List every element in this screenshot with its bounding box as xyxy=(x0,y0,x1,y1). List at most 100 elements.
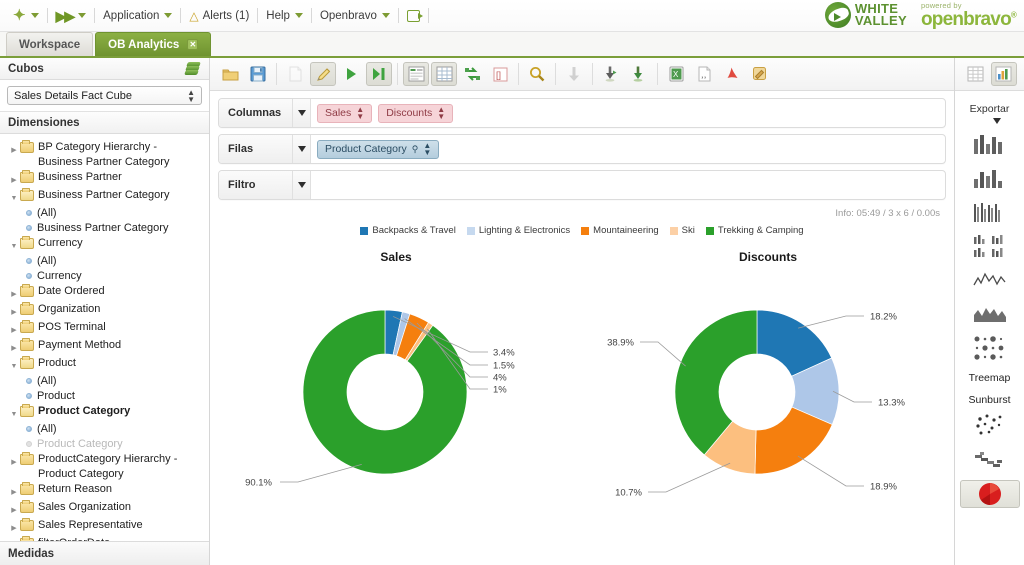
tree-node[interactable]: ▼Product xyxy=(0,356,209,374)
chevron-updown-icon[interactable]: ▲▼ xyxy=(356,106,364,120)
run-icon[interactable] xyxy=(338,62,364,86)
query-chip[interactable]: Product Category⚲▲▼ xyxy=(317,140,439,159)
menu-alerts[interactable]: △ Alerts (1) xyxy=(182,5,256,27)
grouped-bar-chart-icon[interactable] xyxy=(960,198,1020,226)
stacked-bar-chart-icon[interactable] xyxy=(960,164,1020,192)
legend-item[interactable]: Lighting & Electronics xyxy=(467,225,570,236)
search-icon[interactable]: ⚲ xyxy=(412,144,419,155)
tree-node[interactable]: ▶Business Partner xyxy=(0,170,209,188)
menu-help[interactable]: Help xyxy=(259,5,310,27)
tree-node[interactable]: ▶Payment Method xyxy=(0,338,209,356)
show-parent-members-icon[interactable]: [] xyxy=(487,62,513,86)
tree-node[interactable]: ▼Product Category xyxy=(0,404,209,422)
query-row-dropzone[interactable]: Product Category⚲▲▼ xyxy=(311,135,945,163)
tab-ob-analytics[interactable]: OB Analytics ✕ xyxy=(95,32,211,56)
mdx-query-icon[interactable] xyxy=(747,62,773,86)
new-document-icon[interactable] xyxy=(282,62,308,86)
export-pdf-icon[interactable] xyxy=(719,62,745,86)
export-excel-icon[interactable] xyxy=(598,62,624,86)
chevron-right-icon[interactable]: ▶ xyxy=(8,284,20,302)
query-chip[interactable]: Sales▲▼ xyxy=(317,104,372,123)
chevron-right-icon[interactable]: ▶ xyxy=(8,500,20,518)
tree-node[interactable]: (All) xyxy=(0,254,209,269)
query-row[interactable]: ColumnasSales▲▼Discounts▲▼ xyxy=(218,98,946,128)
chevron-right-icon[interactable]: ▶ xyxy=(8,452,20,470)
export-xls-icon[interactable]: X xyxy=(663,62,689,86)
chart-view-icon[interactable] xyxy=(991,62,1017,86)
pie-chart-icon[interactable] xyxy=(960,480,1020,508)
chevron-updown-icon[interactable]: ▲▼ xyxy=(437,106,445,120)
chevron-right-icon[interactable]: ▶ xyxy=(8,320,20,338)
treemap-label[interactable]: Treemap xyxy=(969,372,1011,384)
menu-user[interactable]: Openbravo xyxy=(313,5,397,27)
save-icon[interactable] xyxy=(245,62,271,86)
tree-node[interactable]: ▶Organization xyxy=(0,302,209,320)
tree-node[interactable]: ▶POS Terminal xyxy=(0,320,209,338)
open-folder-icon[interactable] xyxy=(217,62,243,86)
tree-node[interactable]: ▶ProductCategory Hierarchy - Product Cat… xyxy=(0,452,209,482)
legend-item[interactable]: Trekking & Camping xyxy=(706,225,804,236)
chevron-updown-icon[interactable]: ▲▼ xyxy=(423,142,431,156)
logout-button[interactable] xyxy=(400,5,427,27)
donut-chart-sales[interactable]: 3.4%1.5%4%1%90.1% xyxy=(210,264,570,514)
tab-workspace[interactable]: Workspace xyxy=(6,32,93,56)
menu-favorites[interactable]: ✦ xyxy=(6,5,46,27)
toggle-table-icon[interactable] xyxy=(431,62,457,86)
sunburst-label[interactable]: Sunburst xyxy=(968,394,1010,406)
export-csv-icon[interactable]: ,, xyxy=(691,62,717,86)
chevron-down-icon[interactable]: ▼ xyxy=(8,236,20,254)
tree-node[interactable]: ▶Sales Organization xyxy=(0,500,209,518)
menu-application[interactable]: Application xyxy=(96,5,179,27)
tree-node[interactable]: Currency xyxy=(0,269,209,284)
tree-node[interactable]: Business Partner Category xyxy=(0,221,209,236)
run-automatic-icon[interactable] xyxy=(366,62,392,86)
medidas-header[interactable]: Medidas xyxy=(0,541,209,565)
donut-chart-discounts[interactable]: 18.2%13.3%18.9%10.7%38.9% xyxy=(582,264,942,514)
chevron-right-icon[interactable]: ▶ xyxy=(8,302,20,320)
chevron-right-icon[interactable]: ▶ xyxy=(8,482,20,500)
chevron-right-icon[interactable]: ▶ xyxy=(8,518,20,536)
edit-pencil-icon[interactable] xyxy=(310,62,336,86)
chevron-right-icon[interactable]: ▶ xyxy=(8,338,20,356)
refresh-icon[interactable] xyxy=(185,62,201,76)
swap-axes-icon[interactable] xyxy=(459,62,485,86)
table-view-icon[interactable] xyxy=(963,62,989,86)
close-icon[interactable]: ✕ xyxy=(187,39,198,50)
legend-item[interactable]: Mountaineering xyxy=(581,225,659,236)
chevron-down-icon[interactable]: ▼ xyxy=(8,356,20,374)
chevron-down-icon[interactable]: ▼ xyxy=(8,188,20,206)
tree-node[interactable]: (All) xyxy=(0,374,209,389)
chevron-down-icon[interactable]: ▼ xyxy=(8,404,20,422)
menu-recent[interactable]: ▶▶ xyxy=(49,5,94,27)
chevron-right-icon[interactable]: ▶ xyxy=(8,170,20,188)
query-row-menu-button[interactable] xyxy=(293,135,311,163)
scatter-chart-icon[interactable] xyxy=(960,412,1020,440)
toggle-fields-icon[interactable] xyxy=(403,62,429,86)
donut-slice[interactable] xyxy=(303,310,467,474)
tree-node[interactable]: ▶Sales Representative xyxy=(0,518,209,536)
tree-node[interactable]: ▶BP Category Hierarchy - Business Partne… xyxy=(0,140,209,170)
tree-node[interactable]: Product Category xyxy=(0,437,209,452)
tree-node[interactable]: ▶Return Reason xyxy=(0,482,209,500)
tree-node[interactable]: ▶Date Ordered xyxy=(0,284,209,302)
export-download-icon[interactable] xyxy=(626,62,652,86)
query-row-menu-button[interactable] xyxy=(293,99,311,127)
zoom-drilldown-icon[interactable] xyxy=(524,62,550,86)
query-row[interactable]: Filtro xyxy=(218,170,946,200)
tree-node[interactable]: (All) xyxy=(0,422,209,437)
chevron-right-icon[interactable]: ▶ xyxy=(8,140,20,158)
query-row[interactable]: FilasProduct Category⚲▲▼ xyxy=(218,134,946,164)
waterfall-chart-icon[interactable] xyxy=(960,446,1020,474)
line-chart-icon[interactable] xyxy=(960,266,1020,294)
heatmap-icon[interactable] xyxy=(960,334,1020,362)
query-row-dropzone[interactable]: Sales▲▼ Discounts▲▼ xyxy=(311,99,945,127)
legend-item[interactable]: Backpacks & Travel xyxy=(360,225,455,236)
query-row-menu-button[interactable] xyxy=(293,171,311,199)
area-chart-icon[interactable] xyxy=(960,300,1020,328)
legend-item[interactable]: Ski xyxy=(670,225,695,236)
tree-node[interactable]: (All) xyxy=(0,206,209,221)
tree-node[interactable]: ▼Currency xyxy=(0,236,209,254)
query-chip[interactable]: Discounts▲▼ xyxy=(378,104,453,123)
tree-node[interactable]: ▼Business Partner Category xyxy=(0,188,209,206)
drill-through-icon[interactable] xyxy=(561,62,587,86)
